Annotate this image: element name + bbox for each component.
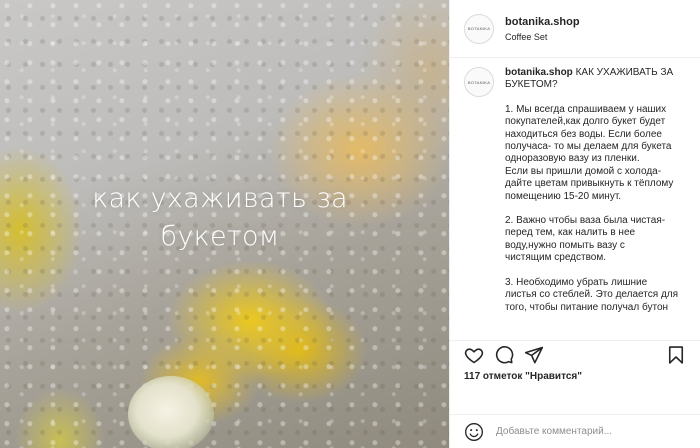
caption-line: 3. Необходимо убрать лишние bbox=[505, 276, 648, 288]
caption-line: перед тем, как налить в нее bbox=[505, 227, 636, 239]
caption-line: получаса- то мы делаем для букета bbox=[505, 141, 672, 153]
caption-line: того, чтобы питание получал бутон bbox=[505, 301, 669, 313]
overlay-line-2: букетом bbox=[160, 221, 280, 252]
likes-number: 117 отметок bbox=[464, 371, 523, 382]
overlay-line-1: как ухаживать за bbox=[92, 183, 348, 214]
add-comment-bar bbox=[450, 414, 700, 448]
comments-area: BOTANIKA botanika.shop КАК УХАЖИВАТЬ ЗА … bbox=[450, 59, 700, 339]
share-icon[interactable] bbox=[524, 345, 544, 365]
instagram-post: как ухаживать за букетом BOTANIKA botani… bbox=[0, 0, 700, 448]
caption-title: КАК УХАЖИВАТЬ ЗА bbox=[575, 67, 674, 78]
caption-avatar[interactable]: BOTANIKA bbox=[464, 67, 494, 97]
header-location[interactable]: Coffee Set bbox=[505, 30, 580, 45]
caption-paragraph-1: 1. Мы всегда спрашиваем у наших покупател… bbox=[505, 104, 677, 203]
bookmark-icon[interactable] bbox=[666, 345, 686, 365]
caption-line: чистящим средством. bbox=[505, 252, 606, 264]
heart-icon[interactable] bbox=[464, 345, 484, 365]
header-info: botanika.shop Coffee Set bbox=[505, 13, 580, 45]
caption-avatar-logo-text: BOTANIKA bbox=[467, 79, 491, 85]
caption-line: Если вы пришли домой с холода- bbox=[505, 165, 662, 177]
caption-line: помещению 15-20 минут. bbox=[505, 190, 622, 202]
white-tulip bbox=[128, 376, 214, 448]
likes-count[interactable]: 117 отметок "Нравится" bbox=[464, 371, 582, 382]
post-image[interactable]: как ухаживать за букетом bbox=[0, 0, 449, 448]
post-header: BOTANIKA botanika.shop Coffee Set bbox=[450, 0, 700, 58]
caption-body: botanika.shop КАК УХАЖИВАТЬ ЗА БУКЕТОМ? … bbox=[505, 67, 679, 314]
caption-line: листья со стеблей. Это делается для bbox=[505, 289, 679, 301]
caption-line: 1. Мы всегда спрашиваем у наших bbox=[505, 103, 667, 115]
caption-line: покупателей,как долго букет будет bbox=[505, 116, 666, 128]
comment-icon[interactable] bbox=[494, 345, 514, 365]
header-username[interactable]: botanika.shop bbox=[505, 16, 580, 28]
caption-line: одноразовую вазу из пленки. bbox=[505, 153, 640, 165]
post-sidebar: BOTANIKA botanika.shop Coffee Set BOTANI… bbox=[449, 0, 700, 448]
likes-suffix: "Нравится" bbox=[522, 371, 582, 382]
image-overlay-text: как ухаживать за букетом bbox=[70, 180, 370, 256]
avatar[interactable]: BOTANIKA bbox=[464, 13, 494, 44]
post-actions: 117 отметок "Нравится" bbox=[450, 340, 700, 414]
caption-paragraph-3: 3. Необходимо убрать лишние листья со сте… bbox=[505, 276, 679, 314]
caption-line: находиться без воды. Если более bbox=[505, 128, 662, 140]
caption-line: воду,нужно помыть вазу с bbox=[505, 239, 625, 251]
caption-username[interactable]: botanika.shop bbox=[505, 67, 573, 78]
caption: BOTANIKA botanika.shop КАК УХАЖИВАТЬ ЗА … bbox=[464, 67, 686, 314]
caption-line: 2. Важно чтобы ваза была чистая- bbox=[505, 215, 666, 227]
caption-paragraph-2: 2. Важно чтобы ваза была чистая-перед те… bbox=[505, 215, 677, 265]
caption-title-cont: БУКЕТОМ? bbox=[505, 79, 558, 91]
caption-line: дайте цветам привыкнуть к тёплому bbox=[505, 178, 674, 190]
comment-input[interactable] bbox=[494, 425, 688, 438]
emoji-icon[interactable] bbox=[464, 422, 484, 442]
avatar-logo-text: BOTANIKA bbox=[467, 26, 491, 31]
action-icons bbox=[464, 345, 686, 367]
